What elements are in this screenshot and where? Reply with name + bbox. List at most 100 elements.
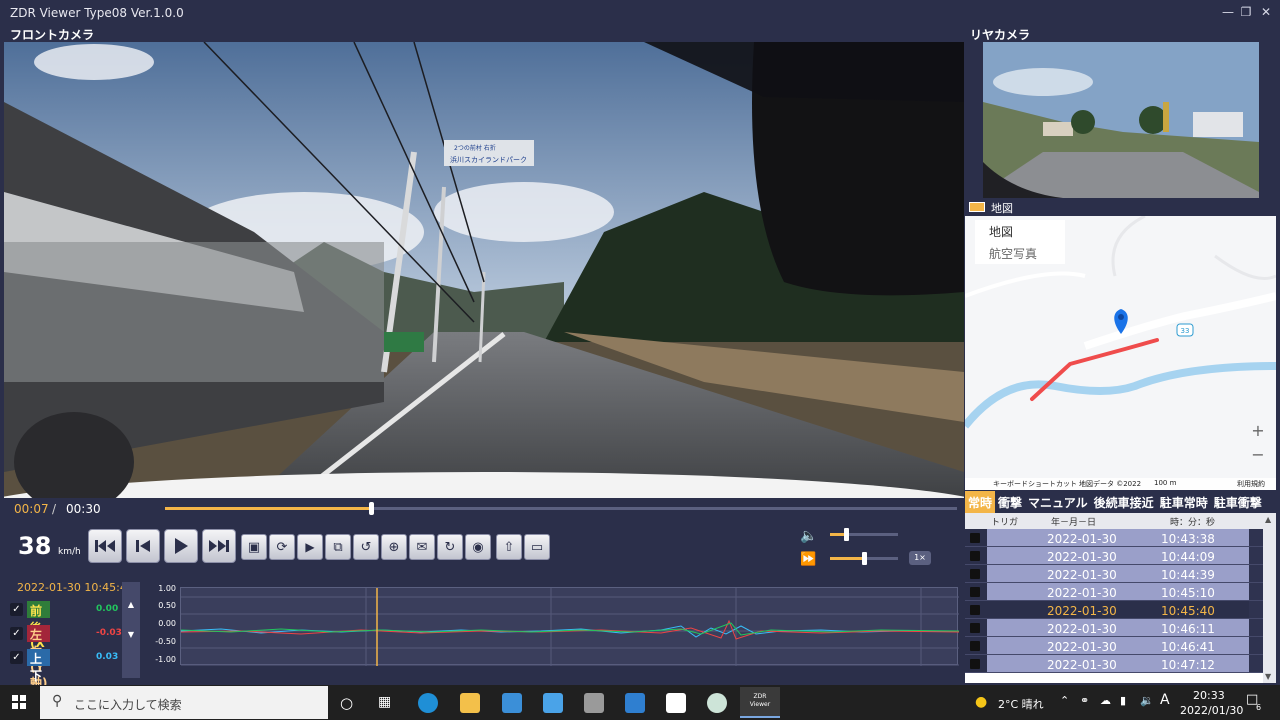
table-row-selected[interactable]: 2022-01-30 10:45:40	[965, 601, 1263, 619]
timeline-handle[interactable]	[369, 502, 374, 515]
volume-handle[interactable]	[844, 528, 849, 541]
row-time: 10:47:12	[1161, 658, 1215, 672]
clock-time[interactable]: 20:33	[1193, 689, 1225, 702]
copy-icon: ⧉	[333, 539, 343, 555]
scroll-down-icon[interactable]: ▼	[122, 626, 140, 644]
app-icon[interactable]	[666, 693, 686, 713]
app-icon[interactable]	[584, 693, 604, 713]
restore-icon[interactable]: ❐	[1238, 4, 1254, 20]
minimize-icon[interactable]: —	[1220, 4, 1236, 20]
map-panel[interactable]: 地図 33 地図 航空写真 + − キーボードショートカット 地図データ ©20…	[965, 198, 1276, 490]
timeline-fill	[165, 507, 371, 510]
mail-app-icon[interactable]	[543, 693, 563, 713]
zoom-icon: ⊕	[388, 539, 400, 555]
app-icon[interactable]	[707, 693, 727, 713]
volume-icon[interactable]: 🔈	[800, 528, 817, 544]
gsensor-graph[interactable]: 1.00 0.50 0.00 -0.50 -1.00	[150, 582, 962, 678]
close-icon[interactable]: ✕	[1258, 4, 1274, 20]
scroll-up-icon[interactable]: ▲	[1265, 515, 1271, 524]
rate-badge: 1×	[909, 551, 931, 565]
edge-icon[interactable]	[418, 693, 438, 713]
row-status-icon	[965, 565, 987, 582]
app-title: ZDR Viewer Type08 Ver.1.0.0	[10, 6, 184, 20]
map-option-aerial[interactable]: 航空写真	[975, 242, 1065, 264]
cortana-icon[interactable]: ○	[340, 694, 353, 712]
map-option-map[interactable]: 地図	[975, 220, 1065, 242]
record-button[interactable]: ◉	[465, 534, 491, 560]
fast-forward-icon[interactable]: ⏩	[800, 552, 816, 567]
scroll-up-icon[interactable]: ▲	[122, 596, 140, 614]
graph-tick-label: 0.00	[158, 619, 176, 628]
table-row[interactable]: 2022-01-30 10:44:39	[965, 565, 1263, 583]
axis-y-checkbox[interactable]: ✓	[10, 627, 23, 640]
task-view-icon[interactable]: ▦	[378, 694, 391, 710]
rear-camera-video[interactable]	[983, 42, 1259, 198]
rotate-button[interactable]: ⟳	[269, 534, 295, 560]
volume-slider[interactable]	[830, 528, 898, 541]
meet-icon[interactable]: ⚭	[1080, 694, 1089, 707]
copy-button[interactable]: ⧉	[325, 534, 351, 560]
app-icon[interactable]	[625, 693, 645, 713]
tab-normal[interactable]: 常時	[965, 491, 996, 513]
zoom-out-button[interactable]: −	[1249, 446, 1267, 464]
replay-button[interactable]: ↺	[353, 534, 379, 560]
scroll-down-icon[interactable]: ▼	[1265, 672, 1271, 681]
taskbar-search[interactable]: ⚲ ここに入力して検索	[40, 686, 328, 719]
folder-button[interactable]: ▭	[524, 534, 550, 560]
row-status-icon	[965, 655, 987, 672]
tab-approach[interactable]: 後続車接近	[1091, 491, 1157, 513]
step-back-button[interactable]	[126, 529, 160, 563]
ime-indicator[interactable]: A	[1160, 692, 1170, 708]
axis-z-checkbox[interactable]: ✓	[10, 651, 23, 664]
weather-text[interactable]: 2°C 晴れ	[998, 696, 1044, 712]
zoom-in-button[interactable]: +	[1249, 422, 1267, 440]
zoom-button[interactable]: ⊕	[381, 534, 407, 560]
header-trigger: トリガ	[991, 518, 1019, 528]
sign-text-1: 2つの前村 右折	[454, 144, 496, 152]
rear-camera-scene	[983, 42, 1259, 198]
mail-button[interactable]: ✉	[409, 534, 435, 560]
table-row[interactable]: 2022-01-30 10:46:11	[965, 619, 1263, 637]
axis-x-value: 0.00	[96, 604, 119, 614]
zdr-viewer-taskbar-button[interactable]: ZDR Viewer	[740, 687, 780, 718]
table-row[interactable]: 2022-01-30 10:45:10	[965, 583, 1263, 601]
play-button[interactable]	[164, 529, 198, 563]
speed-fill	[830, 557, 864, 560]
map-data-text: 地図データ ©2022	[1079, 480, 1142, 488]
tab-manual[interactable]: マニュアル	[1025, 491, 1091, 513]
table-row[interactable]: 2022-01-30 10:44:09	[965, 547, 1263, 565]
timeline-slider[interactable]	[165, 502, 957, 515]
snapshot-button[interactable]: ▣	[241, 534, 267, 560]
map-view[interactable]: 33 地図 航空写真 + − キーボードショートカット 地図データ ©2022 …	[965, 216, 1276, 490]
store-icon[interactable]	[502, 693, 522, 713]
tab-parking-normal[interactable]: 駐車常時	[1157, 491, 1211, 513]
upload-button[interactable]: ⇧	[496, 534, 522, 560]
battery-icon[interactable]: ▮	[1120, 694, 1126, 707]
speed-handle[interactable]	[862, 552, 867, 565]
table-scrollbar[interactable]: ▲ ▼	[1263, 513, 1276, 683]
axis-list-scrollbar[interactable]: ▲ ▼	[122, 582, 140, 678]
table-row[interactable]: 2022-01-30 10:47:12	[965, 655, 1263, 673]
cloud-icon[interactable]: ☁	[1100, 694, 1111, 707]
map-flag-icon	[969, 202, 985, 212]
clock-date[interactable]: 2022/01/30	[1180, 704, 1243, 717]
terms-link[interactable]: 利用規約	[1237, 479, 1265, 489]
record-clip-button[interactable]: ▶	[297, 534, 323, 560]
speaker-icon[interactable]: 🔉	[1140, 694, 1154, 707]
front-camera-video[interactable]: 2つの前村 右折 浜川スカイランドパーク	[4, 42, 964, 498]
keyboard-shortcut-link[interactable]: キーボードショートカット	[993, 479, 1077, 489]
video-camera-icon: ▶	[305, 540, 315, 554]
axis-x-checkbox[interactable]: ✓	[10, 603, 23, 616]
tab-impact[interactable]: 衝撃	[995, 491, 1025, 513]
explorer-icon[interactable]	[460, 693, 480, 713]
chevron-up-icon[interactable]: ⌃	[1060, 694, 1069, 707]
windows-start-icon[interactable]	[12, 695, 26, 709]
skip-forward-button[interactable]	[202, 529, 236, 563]
table-row[interactable]: 2022-01-30 10:46:41	[965, 637, 1263, 655]
skip-back-button[interactable]	[88, 529, 122, 563]
refresh-button[interactable]: ↻	[437, 534, 463, 560]
speed-slider[interactable]	[830, 552, 898, 565]
tab-parking-impact[interactable]: 駐車衝撃	[1211, 491, 1265, 513]
table-row[interactable]: 2022-01-30 10:43:38	[965, 529, 1263, 547]
weather-icon: ●	[975, 694, 988, 710]
